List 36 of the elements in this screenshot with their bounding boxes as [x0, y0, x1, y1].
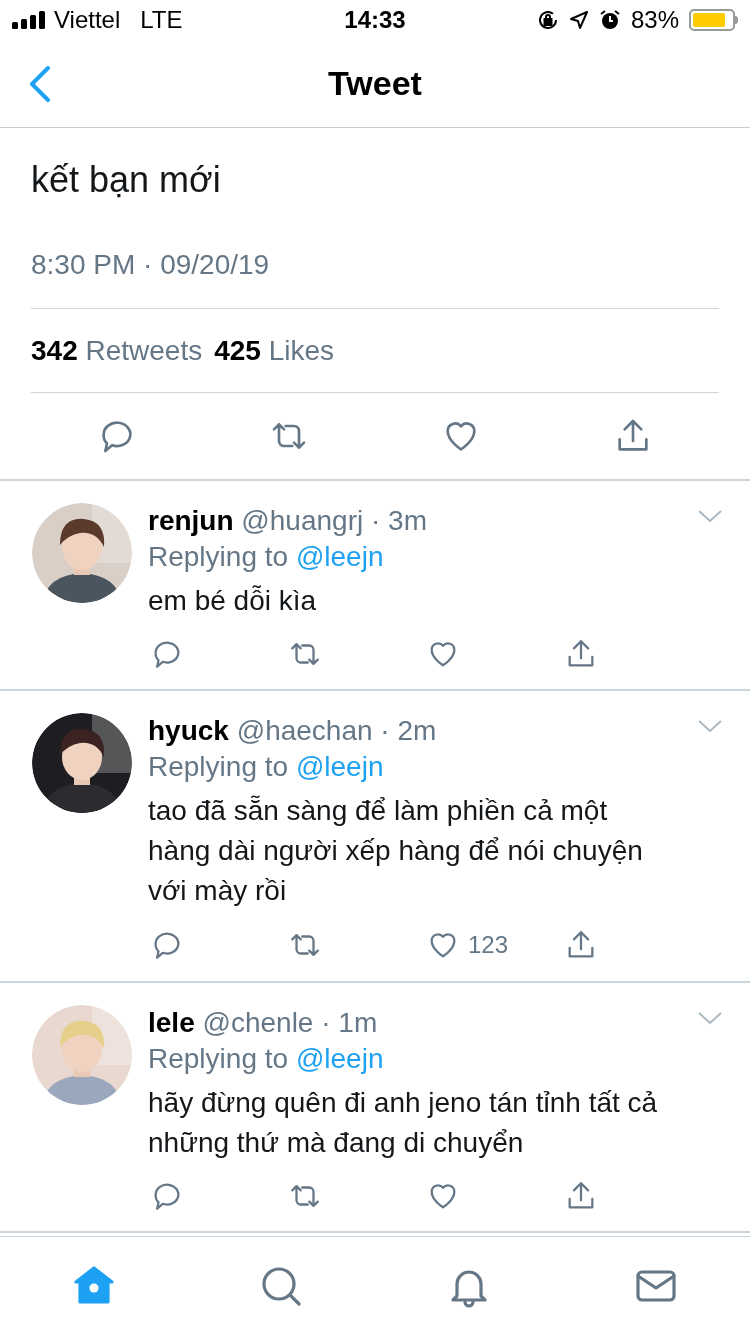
- alarm-clock-icon: [598, 9, 621, 31]
- reply-time: · 1m: [321, 1007, 378, 1038]
- user-handle: @huangrj: [241, 505, 364, 536]
- signal-icon: [12, 11, 48, 29]
- reply-text: tao đã sẵn sàng để làm phiền cả một hàng dài người xếp hàng để nói chuyện với mày rồi: [148, 794, 644, 908]
- likes-count[interactable]: 425 Likes: [214, 329, 335, 372]
- user-name: lele: [148, 1007, 195, 1038]
- like-button[interactable]: 123: [426, 927, 509, 963]
- user-name: renjun: [148, 505, 234, 536]
- battery-icon: [689, 9, 738, 31]
- network-type: LTE: [140, 5, 183, 35]
- chevron-down-icon: [696, 507, 724, 525]
- clock: 14:33: [344, 5, 406, 35]
- user-handle: @haechan: [236, 715, 373, 746]
- chevron-down-icon: [696, 717, 724, 735]
- retweets-count[interactable]: 342 Retweets: [31, 329, 203, 372]
- rotation-lock-icon: [536, 9, 559, 31]
- tweet-timestamp: 8:30 PM · 09/20/19: [31, 248, 271, 282]
- reply-text: em bé dỗi kìa: [148, 584, 318, 618]
- replying-label: Replying to: [148, 1043, 289, 1074]
- user-handle: @chenle: [202, 1007, 314, 1038]
- battery-percentage: 83%: [630, 5, 679, 35]
- replying-label: Replying to: [148, 751, 289, 782]
- mention-link[interactable]: @leejn: [295, 751, 384, 782]
- tweet-text: kết bạn mới: [31, 158, 222, 202]
- replying-label: Replying to: [148, 541, 289, 572]
- mention-link[interactable]: @leejn: [295, 541, 384, 572]
- mention-link[interactable]: @leejn: [295, 1043, 384, 1074]
- reply-time: · 2m: [380, 715, 437, 746]
- page-title: Tweet: [328, 63, 422, 104]
- reply-text: hãy đừng quên đi anh jeno tán tỉnh tất cả những thứ mà đang di chuyển: [148, 1086, 659, 1160]
- user-name: hyuck: [148, 715, 229, 746]
- reply-time: · 3m: [370, 505, 427, 536]
- carrier-name: Viettel: [54, 5, 121, 35]
- location-arrow-icon: [568, 10, 589, 30]
- chevron-down-icon: [696, 1009, 724, 1027]
